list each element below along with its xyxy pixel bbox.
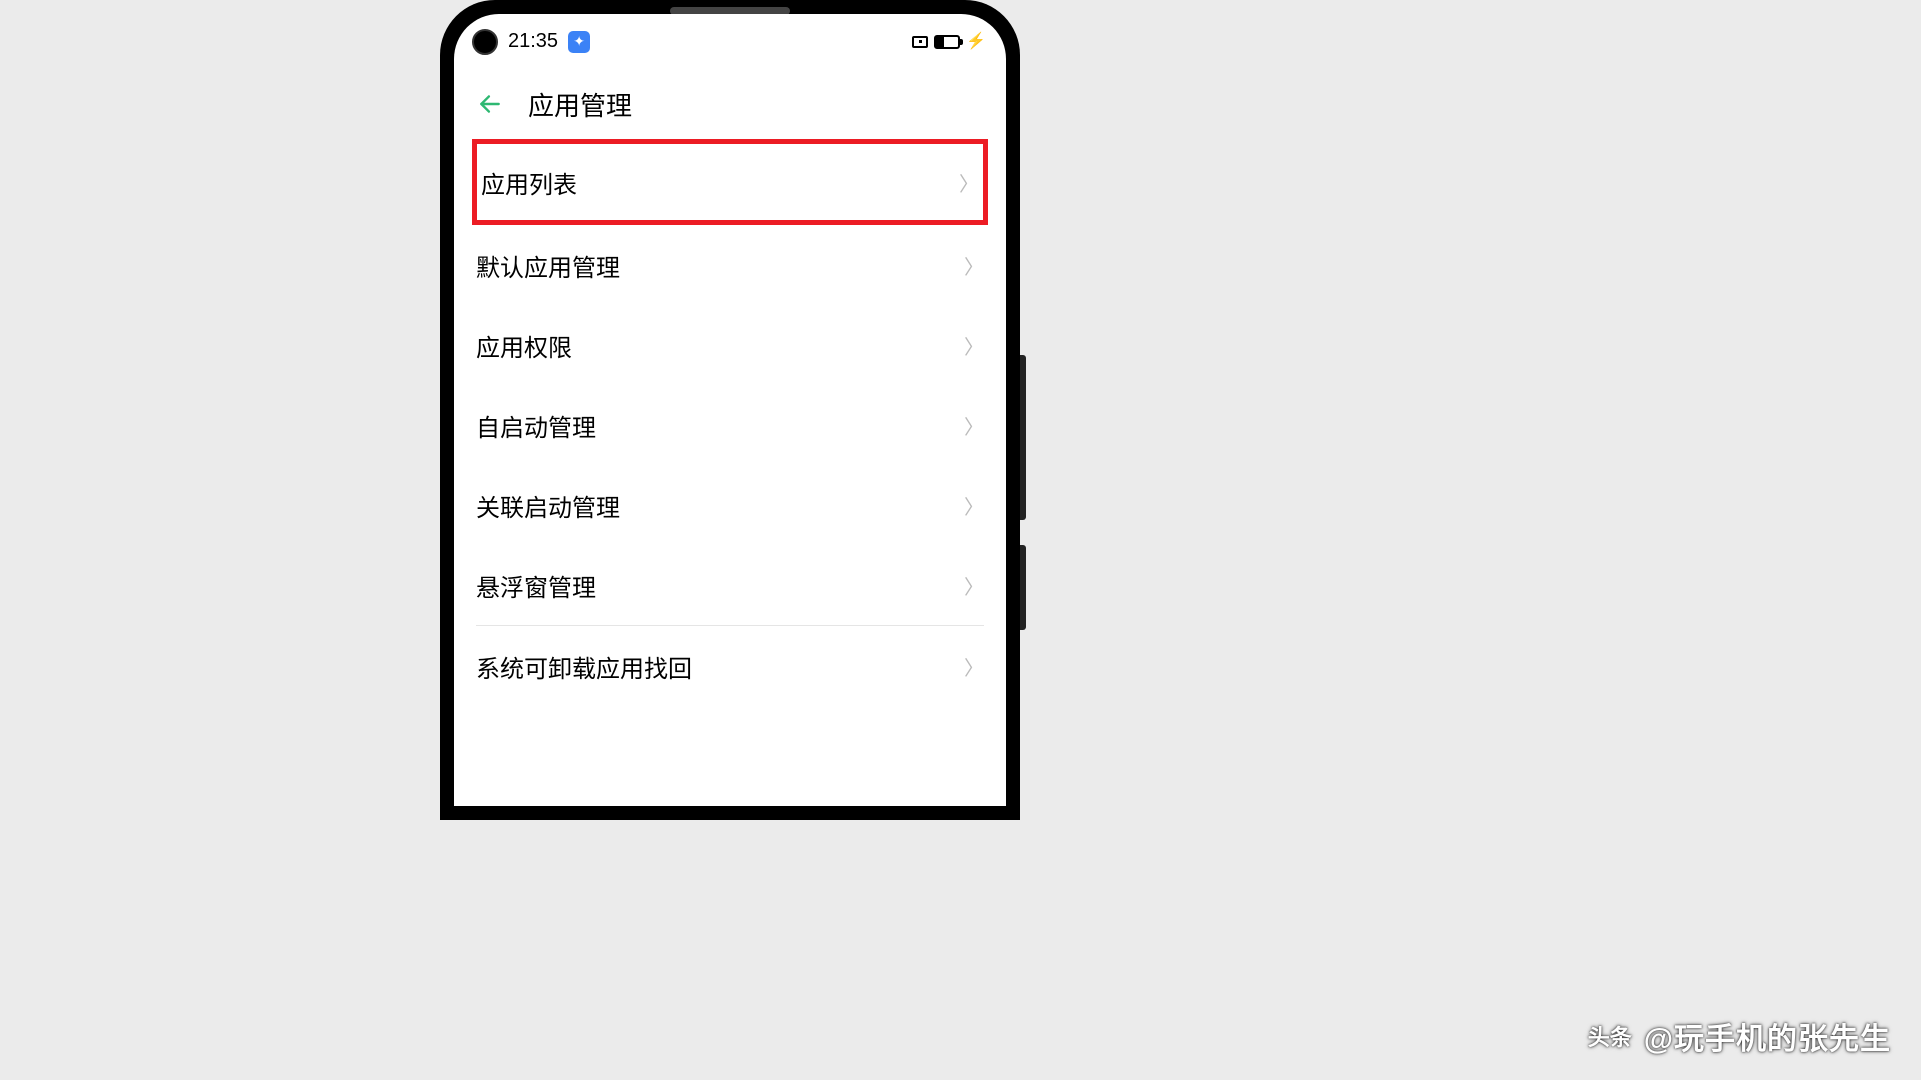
- back-button[interactable]: [476, 90, 504, 118]
- chevron-right-icon: 〉: [964, 331, 984, 360]
- menu-item-label: 应用权限: [476, 328, 572, 363]
- battery-fill: [936, 37, 944, 47]
- menu-item-app-list[interactable]: 应用列表 〉: [481, 144, 979, 220]
- chevron-right-icon: 〉: [964, 571, 984, 600]
- highlight-annotation: 应用列表 〉: [472, 139, 988, 225]
- chevron-right-icon: 〉: [964, 411, 984, 440]
- chevron-right-icon: 〉: [959, 168, 979, 197]
- menu-list: 应用列表 〉 默认应用管理 〉 应用权限 〉 自启动管理 〉 关联启动管理 〉: [454, 139, 1006, 625]
- menu-item-floating-window[interactable]: 悬浮窗管理 〉: [476, 545, 984, 625]
- menu-item-autostart[interactable]: 自启动管理 〉: [476, 385, 984, 465]
- chevron-right-icon: 〉: [964, 491, 984, 520]
- clock: 21:35: [508, 30, 558, 53]
- menu-item-label: 默认应用管理: [476, 248, 620, 283]
- watermark-logo: 头条: [1586, 1012, 1634, 1060]
- menu-item-linked-start[interactable]: 关联启动管理 〉: [476, 465, 984, 545]
- menu-item-label: 悬浮窗管理: [476, 568, 596, 603]
- status-left: 21:35 ✦: [472, 29, 590, 55]
- battery-icon: [934, 35, 960, 49]
- volume-button: [1020, 355, 1026, 520]
- menu-item-label: 系统可卸载应用找回: [476, 649, 692, 684]
- menu-item-default-apps[interactable]: 默认应用管理 〉: [476, 225, 984, 305]
- status-right: ⚡: [912, 34, 986, 50]
- menu-item-label: 应用列表: [481, 165, 577, 200]
- charging-icon: ⚡: [966, 34, 986, 50]
- watermark-text: @玩手机的张先生: [1644, 1014, 1891, 1058]
- page-title: 应用管理: [528, 86, 632, 123]
- phone-screen: 21:35 ✦ ⚡ 应用管理 应用列表 〉: [454, 14, 1006, 806]
- arrow-left-icon: [477, 91, 503, 117]
- menu-item-recover-system-apps[interactable]: 系统可卸载应用找回 〉: [476, 626, 984, 706]
- menu-item-app-permissions[interactable]: 应用权限 〉: [476, 305, 984, 385]
- status-bar: 21:35 ✦ ⚡: [454, 14, 1006, 69]
- screenshot-icon: [912, 36, 928, 48]
- chevron-right-icon: 〉: [964, 652, 984, 681]
- page-header: 应用管理: [454, 69, 1006, 139]
- menu-item-label: 关联启动管理: [476, 488, 620, 523]
- menu-list-secondary: 系统可卸载应用找回 〉: [454, 626, 1006, 706]
- chevron-right-icon: 〉: [964, 251, 984, 280]
- watermark: 头条 @玩手机的张先生: [1586, 1012, 1891, 1060]
- front-camera: [472, 29, 498, 55]
- app-indicator-icon: ✦: [568, 31, 590, 53]
- phone-frame: 21:35 ✦ ⚡ 应用管理 应用列表 〉: [440, 0, 1020, 820]
- power-button: [1020, 545, 1026, 630]
- menu-item-label: 自启动管理: [476, 408, 596, 443]
